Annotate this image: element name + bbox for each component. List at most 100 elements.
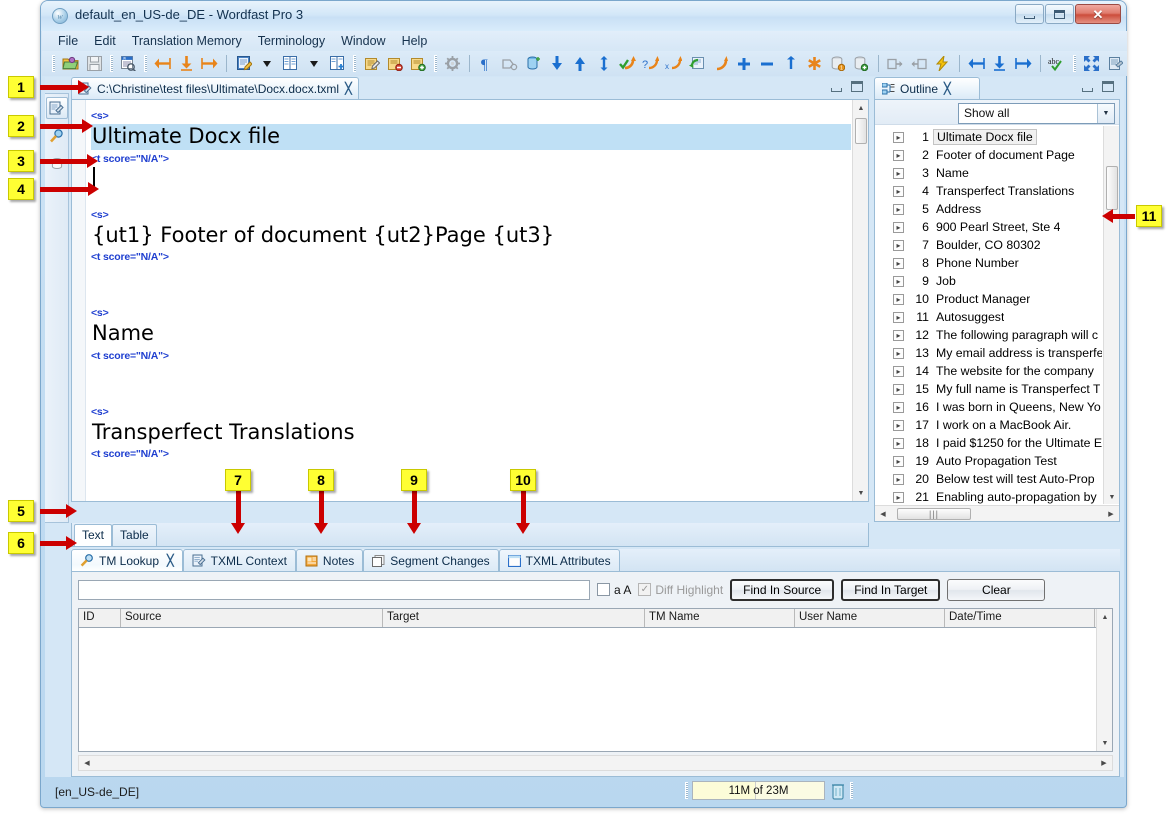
outline-item-18[interactable]: ▸ 18 I paid $1250 for the Ultimate E (875, 434, 1102, 452)
expand-icon[interactable]: ▸ (893, 419, 904, 431)
toolbar-grip[interactable] (433, 55, 437, 72)
expand-icon[interactable]: ▸ (893, 131, 904, 143)
scroll-up-icon[interactable]: ▲ (1097, 609, 1113, 625)
segment-row[interactable]: <s> {ut1} Footer of document {ut2}Page {… (91, 209, 851, 288)
segment-target-text[interactable] (91, 165, 851, 189)
minimize-panel-icon[interactable] (831, 88, 842, 92)
segment-source-text[interactable]: {ut1} Footer of document {ut2}Page {ut3} (91, 223, 851, 249)
outline-list[interactable]: ▸ 1 Ultimate Docx file ▸ 2 Footer of documen… (875, 126, 1102, 504)
column-header-date-time[interactable]: Date/Time (945, 609, 1095, 627)
outline-item-19[interactable]: ▸ 19 Auto Propagation Test (875, 452, 1102, 470)
outline-tab[interactable]: Outline ╳ (874, 77, 980, 99)
outline-item-6[interactable]: ▸ 6 900 Pearl Street, Ste 4 (875, 218, 1102, 236)
tab-txml-attributes[interactable]: TXML Attributes (498, 549, 620, 571)
expand-icon[interactable]: ▸ (893, 221, 904, 233)
scroll-right-icon[interactable]: ▶ (1096, 759, 1112, 767)
outline-item-5[interactable]: ▸ 5 Address (875, 200, 1102, 218)
outline-item-11[interactable]: ▸ 11 Autosuggest (875, 308, 1102, 326)
split-table-icon[interactable] (281, 54, 300, 74)
scrollbar-thumb[interactable] (1106, 166, 1118, 210)
expand-icon[interactable]: ▸ (893, 401, 904, 413)
tm-grid-vertical-scrollbar[interactable]: ▲ ▼ (1096, 609, 1112, 751)
editor-tab[interactable]: C:\Christine\test files\Ultimate\Docx.do… (71, 77, 359, 99)
edit-document-icon[interactable] (234, 54, 253, 74)
column-header-user-name[interactable]: User Name (795, 609, 945, 627)
find-in-target-button[interactable]: Find In Target (841, 578, 941, 601)
find-in-source-button[interactable]: Find In Source (730, 578, 835, 601)
scroll-left-icon[interactable]: ◀ (79, 759, 95, 767)
menu-item-help[interactable]: Help (394, 32, 436, 50)
minimize-button[interactable] (1015, 4, 1044, 24)
menu-item-edit[interactable]: Edit (86, 32, 124, 50)
segment-target-text[interactable] (91, 362, 851, 386)
expand-icon[interactable]: ▸ (893, 239, 904, 251)
column-header-target[interactable]: Target (383, 609, 645, 627)
add-note-icon[interactable] (409, 54, 428, 74)
spellcheck-icon[interactable]: abc (1048, 54, 1067, 74)
outline-item-13[interactable]: ▸ 13 My email address is transperfe (875, 344, 1102, 362)
scroll-left-icon[interactable]: ◀ (875, 510, 891, 518)
first-segment-icon[interactable] (153, 54, 172, 74)
toolbar-grip[interactable] (52, 55, 55, 72)
search-input[interactable] (78, 579, 590, 600)
maximize-panel-icon[interactable] (851, 81, 863, 92)
expand-icon[interactable]: ▸ (893, 473, 904, 485)
expand-collapse-icon[interactable] (594, 54, 613, 74)
txml-editor-icon[interactable] (45, 97, 68, 119)
menu-item-translation-memory[interactable]: Translation Memory (124, 32, 250, 50)
maximize-panel-icon[interactable] (1102, 81, 1114, 92)
segment-target-text[interactable] (91, 460, 851, 484)
clear-button[interactable]: Clear (947, 578, 1046, 601)
expand-icon[interactable]: ▸ (893, 455, 904, 467)
toolbar-grip[interactable] (1073, 55, 1077, 72)
outline-item-10[interactable]: ▸ 10 Product Manager (875, 290, 1102, 308)
scroll-down-icon[interactable]: ▼ (1104, 490, 1120, 504)
segment-source-text[interactable]: Transperfect Translations (91, 420, 851, 446)
hide-tags-icon[interactable] (501, 54, 520, 74)
dropdown-arrow-icon[interactable] (257, 54, 276, 74)
tab-text[interactable]: Text (74, 524, 113, 546)
outline-item-14[interactable]: ▸ 14 The website for the company (875, 362, 1102, 380)
confirm-translate-icon[interactable] (618, 54, 637, 74)
column-header-source[interactable]: Source (121, 609, 383, 627)
last-segment-icon[interactable] (200, 54, 219, 74)
outline-item-20[interactable]: ▸ 20 Below test will test Auto-Prop (875, 470, 1102, 488)
tm-results-grid[interactable]: ID Source Target TM Name User Name Date/… (78, 608, 1113, 752)
outline-item-12[interactable]: ▸ 12 The following paragraph will c (875, 326, 1102, 344)
outline-item-17[interactable]: ▸ 17 I work on a MacBook Air. (875, 416, 1102, 434)
outline-item-7[interactable]: ▸ 7 Boulder, CO 80302 (875, 236, 1102, 254)
expand-icon[interactable]: ▸ (893, 329, 904, 341)
scroll-right-icon[interactable]: ▶ (1103, 510, 1119, 518)
outline-filter-select[interactable]: Show all ▼ (958, 102, 1115, 124)
segment-source-text[interactable]: Name (91, 321, 851, 347)
scroll-down-icon[interactable]: ▼ (1097, 735, 1113, 751)
outline-item-4[interactable]: ▸ 4 Transperfect Translations (875, 182, 1102, 200)
menu-item-file[interactable]: File (50, 32, 86, 50)
commit-down-icon[interactable] (547, 54, 566, 74)
segment-row[interactable]: <s> Ultimate Docx file <t score="N/A"> (91, 110, 851, 189)
expand-icon[interactable]: ▸ (893, 437, 904, 449)
go-first-icon[interactable] (967, 54, 986, 74)
save-icon[interactable] (84, 54, 103, 74)
dropdown-arrow-icon[interactable] (304, 54, 323, 74)
next-segment-down-icon[interactable] (176, 54, 195, 74)
tab-txml-context[interactable]: TXML Context (182, 549, 296, 571)
checkbox-box[interactable] (597, 583, 610, 596)
toolbar-grip[interactable] (144, 55, 147, 72)
trash-icon[interactable] (830, 782, 846, 800)
outline-item-9[interactable]: ▸ 9 Job (875, 272, 1102, 290)
open-folder-icon[interactable] (61, 54, 80, 74)
expand-icon[interactable]: ▸ (893, 167, 904, 179)
minimize-panel-icon[interactable] (1082, 88, 1093, 92)
segment-row[interactable]: <s> Name <t score="N/A"> (91, 307, 851, 386)
add-memory-icon[interactable] (524, 54, 543, 74)
outline-item-1[interactable]: ▸ 1 Ultimate Docx file (875, 128, 1102, 146)
go-last-icon[interactable] (1013, 54, 1032, 74)
close-button[interactable]: ✕ (1075, 4, 1121, 24)
scroll-up-icon[interactable]: ▲ (853, 100, 869, 116)
document-properties-icon[interactable] (1105, 54, 1124, 74)
segment-list[interactable]: <s> Ultimate Docx file <t score="N/A"> <… (87, 100, 851, 501)
tab-segment-changes[interactable]: Segment Changes (363, 549, 499, 571)
open-word-document-icon[interactable]: W (119, 54, 138, 74)
outline-item-16[interactable]: ▸ 16 I was born in Queens, New Yo (875, 398, 1102, 416)
